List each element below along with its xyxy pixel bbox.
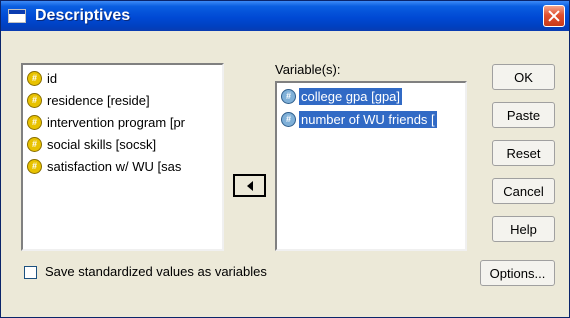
nominal-variable-icon: # <box>27 136 42 152</box>
list-item[interactable]: # college gpa [gpa] <box>281 85 403 107</box>
list-item-label: residence [reside] <box>47 92 150 108</box>
options-button[interactable]: Options... <box>480 260 555 286</box>
list-item-label: intervention program [pr <box>47 114 186 130</box>
list-item[interactable]: # satisfaction w/ WU [sas <box>27 155 183 177</box>
list-item[interactable]: # id <box>27 67 59 89</box>
nominal-variable-icon: # <box>27 92 42 108</box>
variables-list[interactable]: # college gpa [gpa] # number of WU frien… <box>275 81 467 251</box>
paste-button[interactable]: Paste <box>492 102 555 128</box>
reset-button[interactable]: Reset <box>492 140 555 166</box>
scale-variable-icon: # <box>281 88 296 104</box>
nominal-variable-icon: # <box>27 114 42 130</box>
variables-label: Variable(s): <box>275 62 341 77</box>
descriptives-dialog: Descriptives # id # residence [reside] #… <box>0 0 570 318</box>
save-standardized-label: Save standardized values as variables <box>45 264 267 279</box>
close-icon[interactable] <box>543 5 565 27</box>
window-title: Descriptives <box>35 7 131 24</box>
list-item-label: satisfaction w/ WU [sas <box>47 158 182 174</box>
list-item-label: social skills [socsk] <box>47 136 157 152</box>
list-item-label: college gpa [gpa] <box>299 87 403 105</box>
window-icon <box>8 9 26 23</box>
save-standardized-checkbox[interactable] <box>24 266 37 279</box>
source-variable-list[interactable]: # id # residence [reside] # intervention… <box>21 63 224 251</box>
help-button[interactable]: Help <box>492 216 555 242</box>
list-item[interactable]: # social skills [socsk] <box>27 133 158 155</box>
title-bar[interactable]: Descriptives <box>1 1 569 31</box>
list-item-label: id <box>47 70 58 86</box>
ok-button[interactable]: OK <box>492 64 555 90</box>
nominal-variable-icon: # <box>27 158 42 174</box>
scale-variable-icon: # <box>281 111 296 127</box>
left-arrow-icon <box>246 180 253 191</box>
list-item[interactable]: # residence [reside] <box>27 89 152 111</box>
nominal-variable-icon: # <box>27 70 42 86</box>
cancel-button[interactable]: Cancel <box>492 178 555 204</box>
list-item[interactable]: # intervention program [pr <box>27 111 187 133</box>
list-item[interactable]: # number of WU friends [ <box>281 108 437 130</box>
move-variable-button[interactable] <box>233 174 266 197</box>
list-item-label: number of WU friends [ <box>299 110 437 128</box>
